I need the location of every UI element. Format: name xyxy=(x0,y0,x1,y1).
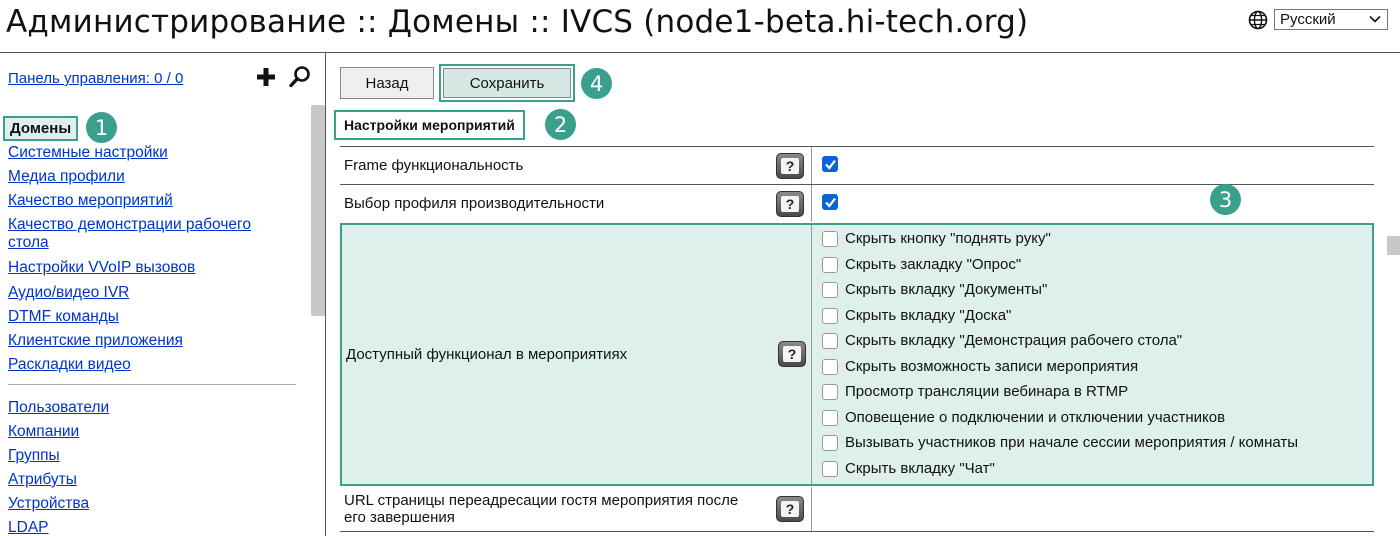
feature-checkbox[interactable] xyxy=(822,358,838,375)
sidebar-item-attributes[interactable]: Атрибуты xyxy=(8,471,298,489)
feature-checkbox[interactable] xyxy=(822,409,838,426)
performance-profile-checkbox[interactable] xyxy=(822,194,838,210)
back-button-label: Назад xyxy=(365,74,409,92)
sidebar: Панель управления: 0 / 0 Домены 1 Систем… xyxy=(0,53,325,536)
save-button-label: Сохранить xyxy=(469,74,545,92)
globe-icon xyxy=(1248,10,1268,29)
section-title-text: Настройки мероприятий xyxy=(344,117,515,133)
help-icon[interactable]: ? xyxy=(776,496,804,522)
feature-checkbox[interactable] xyxy=(822,460,838,477)
feature-option[interactable]: Скрыть вкладку "Документы" xyxy=(822,281,1047,298)
sidebar-separator xyxy=(8,384,296,385)
setting-label: Доступный функционал в мероприятиях xyxy=(342,225,812,484)
section-title: Настройки мероприятий xyxy=(334,110,525,140)
language-switcher: Русский xyxy=(1248,9,1388,30)
table-row: URL страницы переадресации гостя меропри… xyxy=(340,487,1374,531)
setting-label: Frame функциональность xyxy=(340,147,812,184)
callout-badge-4: 4 xyxy=(581,68,612,99)
checkmark-icon xyxy=(825,197,836,208)
sidebar-divider xyxy=(325,52,326,536)
sidebar-item-desktop-quality[interactable]: Качество демонстрации рабочего стола xyxy=(8,216,283,252)
feature-option[interactable]: Скрыть кнопку "поднять руку" xyxy=(822,230,1051,247)
sidebar-item-media-profiles[interactable]: Медиа профили xyxy=(8,168,298,186)
sidebar-item-ldap[interactable]: LDAP xyxy=(8,519,298,536)
sidebar-item-groups[interactable]: Группы xyxy=(8,447,298,465)
feature-option[interactable]: Вызывать участников при начале сессии ме… xyxy=(822,434,1298,451)
feature-option[interactable]: Скрыть возможность записи мероприятия xyxy=(822,358,1138,375)
back-button[interactable]: Назад xyxy=(340,67,434,99)
table-row xyxy=(340,531,1374,536)
frame-functionality-checkbox[interactable] xyxy=(822,156,838,172)
feature-option[interactable]: Скрыть вкладку "Доска" xyxy=(822,307,1011,324)
feature-checkbox[interactable] xyxy=(822,281,838,298)
search-icon[interactable] xyxy=(288,65,312,89)
feature-option[interactable]: Скрыть закладку "Опрос" xyxy=(822,256,1021,273)
help-icon[interactable]: ? xyxy=(776,191,804,217)
feature-checkbox[interactable] xyxy=(822,332,838,349)
feature-option[interactable]: Скрыть вкладку "Демонстрация рабочего ст… xyxy=(822,332,1182,349)
plus-icon[interactable] xyxy=(256,67,276,87)
sidebar-item-client-apps[interactable]: Клиентские приложения xyxy=(8,332,298,350)
page-scrollbar[interactable] xyxy=(1387,236,1400,255)
sidebar-item-companies[interactable]: Компании xyxy=(8,423,298,441)
feature-checkbox[interactable] xyxy=(822,307,838,324)
table-row: Frame функциональность ? xyxy=(340,146,1374,184)
callout-badge-2: 2 xyxy=(545,109,576,140)
callout-badge-3: 3 xyxy=(1210,184,1241,215)
language-select[interactable]: Русский xyxy=(1274,9,1388,30)
checkmark-icon xyxy=(825,159,836,170)
callout-badge-1: 1 xyxy=(86,112,117,143)
setting-label: URL страницы переадресации гостя меропри… xyxy=(340,487,812,531)
help-icon[interactable]: ? xyxy=(776,153,804,179)
sidebar-item-devices[interactable]: Устройства xyxy=(8,495,298,513)
chevron-down-icon xyxy=(1369,15,1381,23)
sidebar-item-system-settings[interactable]: Системные настройки xyxy=(8,144,298,162)
feature-option[interactable]: Просмотр трансляции вебинара в RTMP xyxy=(822,383,1128,400)
feature-checkbox[interactable] xyxy=(822,256,838,273)
feature-checkbox[interactable] xyxy=(822,434,838,451)
save-button[interactable]: Сохранить xyxy=(439,64,575,102)
help-icon[interactable]: ? xyxy=(778,341,806,367)
setting-label: Выбор профиля производительности xyxy=(340,185,812,222)
sidebar-item-ivr[interactable]: Аудио/видео IVR xyxy=(8,284,298,302)
table-row-features: Доступный функционал в мероприятиях ? Ск… xyxy=(340,223,1374,486)
sidebar-scrollbar[interactable] xyxy=(311,105,325,316)
feature-checkbox[interactable] xyxy=(822,383,838,400)
language-select-value: Русский xyxy=(1280,11,1336,28)
feature-option[interactable]: Оповещение о подключении и отключении уч… xyxy=(822,409,1225,426)
dashboard-link[interactable]: Панель управления: 0 / 0 xyxy=(8,70,183,87)
feature-checkbox[interactable] xyxy=(822,230,838,247)
sidebar-item-video-layouts[interactable]: Раскладки видео xyxy=(8,356,298,374)
sidebar-item-domains[interactable]: Домены xyxy=(3,116,79,141)
sidebar-item-dtmf[interactable]: DTMF команды xyxy=(8,308,298,326)
sidebar-item-users[interactable]: Пользователи xyxy=(8,399,298,417)
feature-option[interactable]: Скрыть вкладку "Чат" xyxy=(822,460,995,477)
sidebar-item-label: Домены xyxy=(10,120,72,137)
sidebar-item-vvoip-settings[interactable]: Настройки VVoIP вызовов xyxy=(8,259,298,277)
sidebar-item-event-quality[interactable]: Качество мероприятий xyxy=(8,192,298,210)
page-title: Администрирование :: Домены :: IVCS (nod… xyxy=(6,4,1029,40)
